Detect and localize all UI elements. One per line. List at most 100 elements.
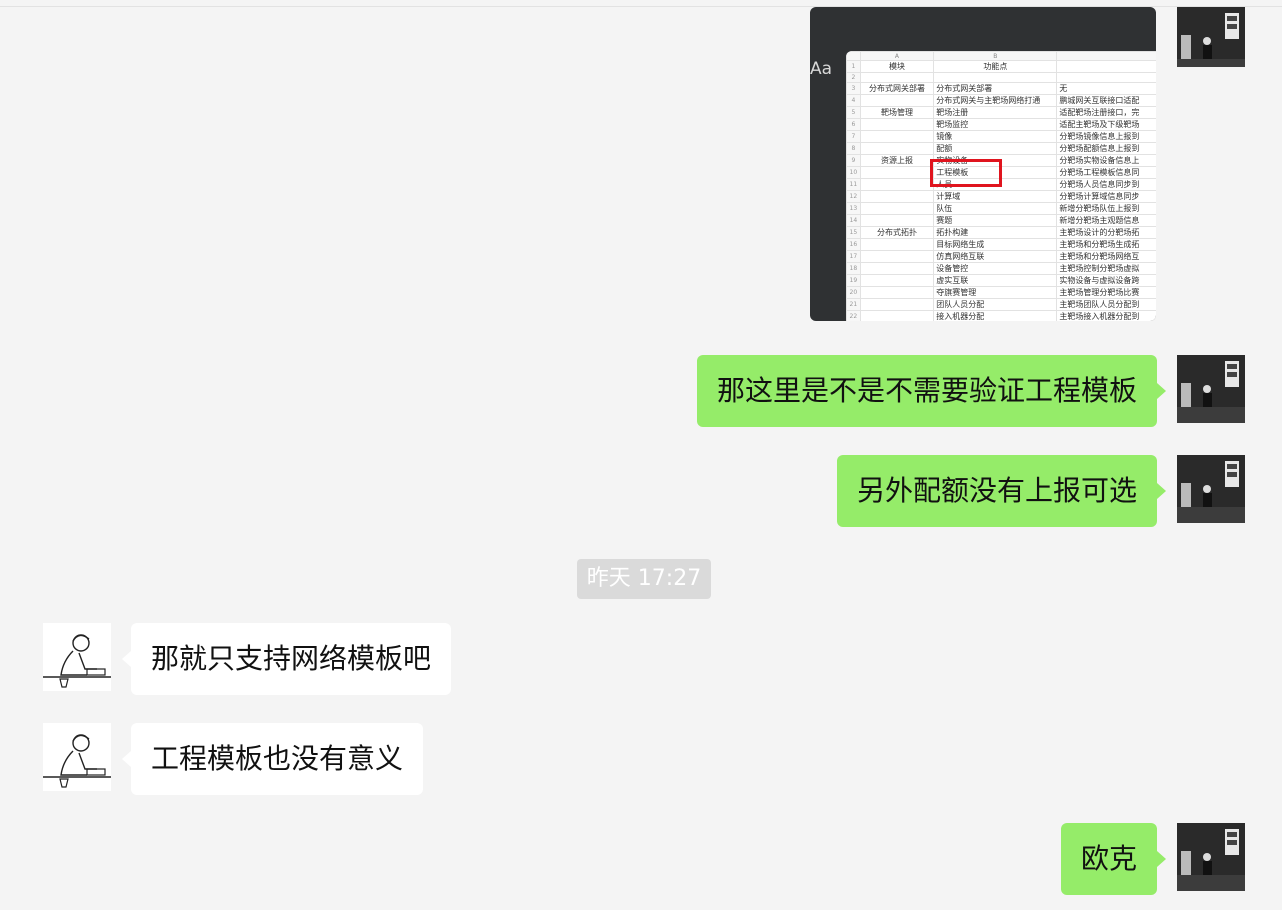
row-number: 20 [846,286,861,299]
cell-module [859,238,935,251]
row-number: 4 [846,94,861,107]
cell-feature: 计算域 [933,190,1058,203]
cell-module [859,94,935,107]
cell-module [859,178,935,191]
self-avatar[interactable] [1177,355,1245,423]
row-number: 5 [846,106,861,119]
cell-description: 主靶场控制分靶场虚拟 [1056,262,1156,275]
cell-feature: 虚实互联 [933,274,1058,287]
cell-feature: 设备管控 [933,262,1058,275]
cell-module: 分布式拓扑 [859,226,935,239]
cell-feature: 分布式网关与主靶场网络打通 [933,94,1058,107]
cell-feature [933,72,1058,83]
cell-description: 分靶场配额信息上报到 [1056,142,1156,155]
sheet-row: 5 靶场管理 靶场注册 适配靶场注册接口，完 [846,106,1156,119]
sheet-row: 7 镜像 分靶场镜像信息上报到 [846,130,1156,143]
corner-cell [846,51,861,61]
cell-module [859,286,935,299]
cell-module [859,262,935,275]
contact-avatar[interactable] [43,723,111,791]
cell-description: 分靶场人员信息同步到 [1056,178,1156,191]
cell-feature: 接入机器分配 [933,310,1058,321]
cell-description: 分靶场计算域信息同步 [1056,190,1156,203]
message-bubble[interactable]: 工程模板也没有意义 [122,723,423,795]
self-avatar[interactable] [1177,455,1245,523]
cell-feature: 夺旗赛管理 [933,286,1058,299]
sheet-row: 21 团队人员分配 主靶场团队人员分配到 [846,298,1156,311]
self-avatar[interactable] [1177,823,1245,891]
message-bubble[interactable]: 那这里是不是不需要验证工程模板 [697,355,1166,427]
cell-feature: 靶场注册 [933,106,1058,119]
row-number: 21 [846,298,861,311]
self-avatar[interactable] [1177,7,1245,67]
sheet-row: 15 分布式拓扑 拓扑构建 主靶场设计的分靶场拓 [846,226,1156,239]
cell-module [859,214,935,227]
row-number: 8 [846,142,861,155]
photo-avatar-icon [1177,7,1245,67]
row-number: 3 [846,82,861,95]
cell-description: 主靶场团队人员分配到 [1056,298,1156,311]
contact-avatar[interactable] [43,623,111,691]
column-b-header: B [933,51,1058,61]
cell-module [859,190,935,203]
sheet-row: 13 队伍 新增分靶场队伍上报到 [846,202,1156,215]
row-number: 14 [846,214,861,227]
cell-feature: 拓扑构建 [933,226,1058,239]
row-number: 15 [846,226,861,239]
sketch-person-icon [43,623,111,691]
cell-module [859,166,935,179]
cell-description: 分靶场工程模板信息同 [1056,166,1156,179]
cell-description: 适配靶场注册接口，完 [1056,106,1156,119]
row-number: 10 [846,166,861,179]
cell-description: 主靶场和分靶场生成拓 [1056,238,1156,251]
cell-module: 分布式网关部署 [859,82,935,95]
header-feature: 功能点 [933,60,1058,73]
sheet-row: 16 目标网络生成 主靶场和分靶场生成拓 [846,238,1156,251]
sheet-row: 12 计算域 分靶场计算域信息同步 [846,190,1156,203]
sheet-row: 8 配额 分靶场配额信息上报到 [846,142,1156,155]
cell-feature: 仿真网络互联 [933,250,1058,263]
cell-module [859,274,935,287]
cell-description: 分靶场镜像信息上报到 [1056,130,1156,143]
row-number: 17 [846,250,861,263]
cell-description: 主靶场管理分靶场比赛 [1056,286,1156,299]
row-number: 6 [846,118,861,131]
cell-module [859,118,935,131]
cell-feature: 镜像 [933,130,1058,143]
message-bubble[interactable]: 那就只支持网络模板吧 [122,623,451,695]
message-timestamp: 昨天 17:27 [577,559,711,599]
sheet-row: 4 分布式网关与主靶场网络打通 鹏城网关互联接口适配 [846,94,1156,107]
cell-module [859,130,935,143]
column-header-row: A B [846,51,1156,61]
row-number: 12 [846,190,861,203]
cell-description: 主靶场和分靶场网络互 [1056,250,1156,263]
cell-description: 新增分靶场队伍上报到 [1056,202,1156,215]
row-number: 9 [846,154,861,167]
spreadsheet-thumbnail: A B 1 模块 功能点 2 3 分布式网关部署 分布式网关部署无 4 分布式网关与主靶场… [846,51,1156,321]
image-aa-label: Aa [810,59,833,79]
sheet-row: 2 [846,72,1156,83]
cell-module [859,310,935,321]
cell-description: 主靶场接入机器分配到 [1056,310,1156,321]
row-number: 22 [846,310,861,321]
photo-avatar-icon [1177,455,1245,523]
sheet-row: 22 接入机器分配 主靶场接入机器分配到 [846,310,1156,321]
cell-feature: 配额 [933,142,1058,155]
sheet-row: 17 仿真网络互联 主靶场和分靶场网络互 [846,250,1156,263]
column-a-header: A [859,51,935,61]
cell-module [859,72,935,83]
sheet-row: 6 靶场监控 适配主靶场及下级靶场 [846,118,1156,131]
cell-description: 无 [1056,82,1156,95]
row-number: 2 [846,72,861,83]
cell-module: 靶场管理 [859,106,935,119]
cell-module [859,202,935,215]
image-message[interactable]: Aa A B 1 模块 功能点 2 3 分布式网关部署 分布式网关部署无 4 分布式网关与… [810,7,1156,321]
cell-module [859,250,935,263]
message-bubble[interactable]: 欧克 [1061,823,1166,895]
cell-description: 新增分靶场主观题信息 [1056,214,1156,227]
sheet-row: 14 赛题 新增分靶场主观题信息 [846,214,1156,227]
row-number: 18 [846,262,861,275]
sheet-row: 3 分布式网关部署 分布式网关部署无 [846,82,1156,95]
cell-feature: 团队人员分配 [933,298,1058,311]
message-bubble[interactable]: 另外配额没有上报可选 [837,455,1166,527]
